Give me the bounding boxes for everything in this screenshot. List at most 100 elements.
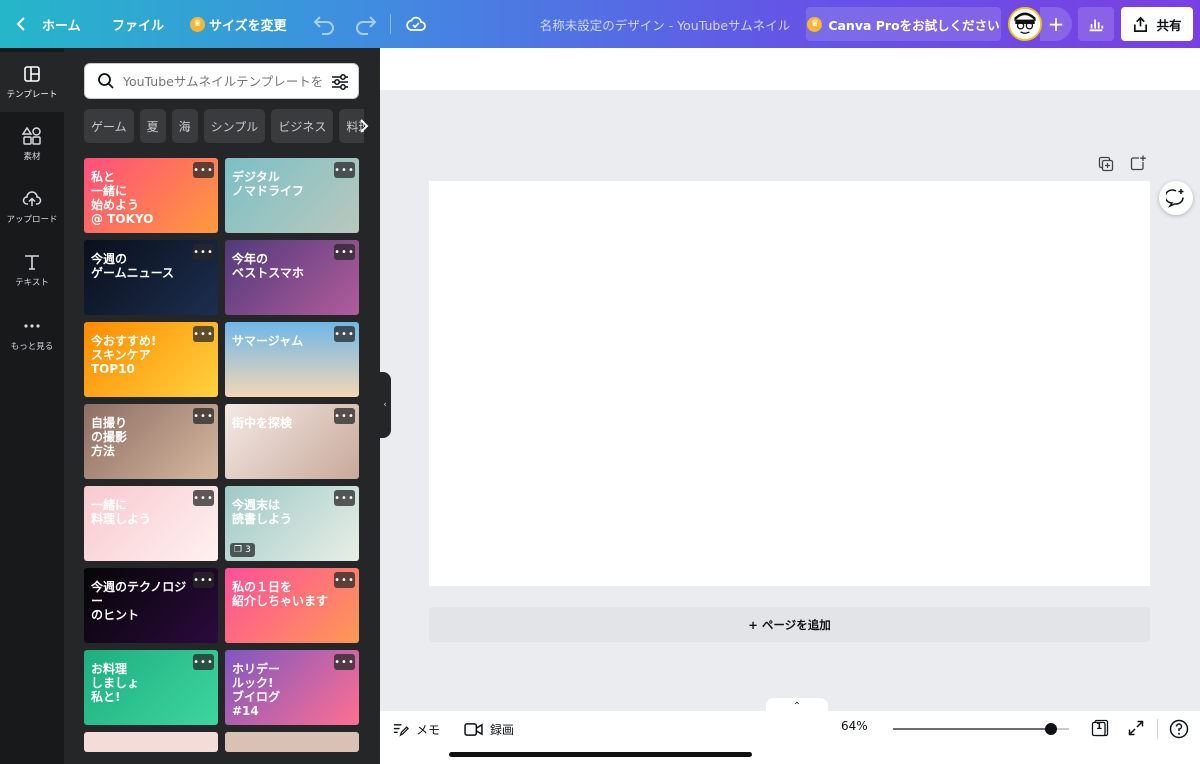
try-pro-label: Canva Proをお試しください: [828, 17, 1000, 33]
page-count-button[interactable]: 1: [1091, 719, 1109, 737]
more-options-icon[interactable]: •••: [334, 162, 355, 178]
template-thumbnail[interactable]: 今週末は 読書しよう ••• ❐ 3: [225, 486, 359, 561]
more-options-icon[interactable]: •••: [193, 490, 214, 506]
chip-sea[interactable]: 海: [171, 109, 198, 143]
zoom-percentage[interactable]: 64%: [841, 719, 868, 733]
try-canva-pro-button[interactable]: ♛ Canva Proをお試しください: [806, 7, 1001, 41]
more-options-icon[interactable]: •••: [334, 326, 355, 342]
insights-button[interactable]: [1078, 7, 1114, 41]
zoom-slider-fill: [893, 728, 1052, 730]
rail-item-more[interactable]: もっと見る: [0, 304, 64, 364]
template-text: 一緒に 料理しよう: [91, 498, 152, 526]
search-input[interactable]: [123, 73, 323, 89]
filter-icon[interactable]: [330, 72, 350, 92]
more-options-icon[interactable]: •••: [334, 572, 355, 588]
more-options-icon[interactable]: •••: [334, 244, 355, 260]
template-thumbnail[interactable]: 街中を探検 •••: [225, 404, 359, 479]
rail-label: 素材: [23, 152, 41, 162]
add-page-label: + ページを追加: [748, 617, 831, 632]
top-bar: ホーム ファイル ♛ サイズを変更 名称未設定のデザイン - YouTubeサム…: [0, 0, 1200, 48]
add-page-icon[interactable]: [1130, 155, 1146, 171]
template-text: 今週末は 読書しよう: [232, 498, 293, 526]
bottom-divider: [1157, 719, 1158, 739]
rail-item-elements[interactable]: 素材: [0, 114, 64, 174]
resize-label: サイズを変更: [209, 18, 287, 34]
video-camera-icon: [464, 722, 483, 736]
more-options-icon[interactable]: •••: [193, 572, 214, 588]
expand-pages-button[interactable]: ⌃: [766, 698, 828, 714]
template-text: 自撮り の撮影 方法: [91, 416, 128, 458]
template-thumbnail-partial[interactable]: [225, 732, 359, 752]
cloud-saved-icon[interactable]: [404, 12, 428, 36]
share-button[interactable]: 共有: [1121, 7, 1193, 41]
home-indicator: [449, 752, 752, 757]
help-icon[interactable]: [1169, 719, 1189, 739]
chip-game[interactable]: ゲーム: [84, 109, 134, 143]
chevron-left-icon: [16, 17, 25, 31]
chip-summer[interactable]: 夏: [139, 109, 166, 143]
template-thumbnail[interactable]: ホリデー ルック! ブイログ #14 •••: [225, 650, 359, 725]
template-thumbnail[interactable]: サマージャム •••: [225, 322, 359, 397]
design-title[interactable]: 名称未設定のデザイン - YouTubeサムネイル: [520, 0, 810, 48]
notes-button[interactable]: メモ: [392, 719, 440, 739]
rail-item-uploads[interactable]: アップロード: [0, 177, 64, 237]
template-thumbnail[interactable]: 私と 一緒に 始めよう @ TOKYO •••: [84, 158, 218, 233]
avatar[interactable]: [1008, 7, 1042, 41]
template-thumbnail[interactable]: 一緒に 料理しよう •••: [84, 486, 218, 561]
template-thumbnail[interactable]: 今おすすめ! スキンケア TOP10 •••: [84, 322, 218, 397]
home-button[interactable]: ホーム: [14, 0, 81, 48]
file-menu-button[interactable]: ファイル: [112, 0, 164, 48]
share-label: 共有: [1156, 17, 1182, 33]
template-text: 街中を探検: [232, 416, 293, 430]
redo-icon[interactable]: [354, 13, 378, 35]
record-label: 録画: [490, 722, 515, 737]
rail-item-templates[interactable]: テンプレート: [0, 52, 64, 112]
more-options-icon[interactable]: •••: [334, 654, 355, 670]
template-thumbnail[interactable]: お料理 しましょ 私と! •••: [84, 650, 218, 725]
template-thumbnail[interactable]: 自撮り の撮影 方法 •••: [84, 404, 218, 479]
chevron-right-icon[interactable]: [354, 116, 374, 136]
record-button[interactable]: 録画: [464, 719, 514, 739]
template-thumbnail[interactable]: 今年の ベストスマホ •••: [225, 240, 359, 315]
design-page[interactable]: [429, 181, 1150, 586]
chip-simple[interactable]: シンプル: [203, 109, 266, 143]
template-thumbnail[interactable]: デジタル ノマドライフ •••: [225, 158, 359, 233]
more-options-icon[interactable]: •••: [193, 162, 214, 178]
zoom-slider-handle[interactable]: [1045, 723, 1058, 735]
more-options-icon[interactable]: •••: [193, 326, 214, 342]
comment-icon: [1166, 189, 1184, 208]
resize-button[interactable]: ♛ サイズを変更: [190, 0, 287, 48]
more-options-icon[interactable]: •••: [193, 654, 214, 670]
more-options-icon[interactable]: •••: [193, 244, 214, 260]
rail-item-text[interactable]: テキスト: [0, 240, 64, 300]
home-label: ホーム: [42, 18, 81, 34]
more-options-icon[interactable]: •••: [334, 408, 355, 424]
template-search: [84, 63, 359, 99]
template-thumbnail[interactable]: 今週の ゲームニュース •••: [84, 240, 218, 315]
crown-icon: ♛: [190, 16, 205, 32]
collapse-panel-handle[interactable]: ‹: [379, 372, 391, 438]
more-options-icon[interactable]: •••: [334, 490, 355, 506]
fullscreen-icon[interactable]: [1128, 720, 1144, 736]
template-text: デジタル ノマドライフ: [232, 170, 305, 198]
badge-count: 3: [245, 545, 251, 555]
template-thumbnail[interactable]: 私の１日を 紹介しちゃいます •••: [225, 568, 359, 643]
template-text: 今おすすめ! スキンケア TOP10: [91, 334, 157, 376]
chip-business[interactable]: ビジネス: [271, 109, 334, 143]
add-comment-button[interactable]: [1159, 181, 1193, 215]
more-options-icon[interactable]: •••: [193, 408, 214, 424]
zoom-slider[interactable]: [893, 723, 1069, 735]
toolbar-divider: [390, 14, 391, 34]
undo-icon[interactable]: [312, 13, 336, 35]
text-icon: [25, 255, 39, 270]
canvas-top-strip: [380, 48, 1200, 90]
template-text: お料理 しましょ 私と!: [91, 662, 140, 704]
crown-icon: ♛: [807, 16, 823, 32]
add-collaborator-button[interactable]: +: [1040, 7, 1072, 41]
template-thumbnail[interactable]: 今週のテクノロジー のヒント •••: [84, 568, 218, 643]
duplicate-page-icon[interactable]: [1098, 156, 1114, 172]
template-text: 私と 一緒に 始めよう @ TOKYO: [91, 170, 154, 226]
template-thumbnail-partial[interactable]: [84, 732, 218, 752]
add-page-button[interactable]: + ページを追加: [429, 607, 1150, 642]
bar-chart-icon: [1089, 19, 1104, 32]
